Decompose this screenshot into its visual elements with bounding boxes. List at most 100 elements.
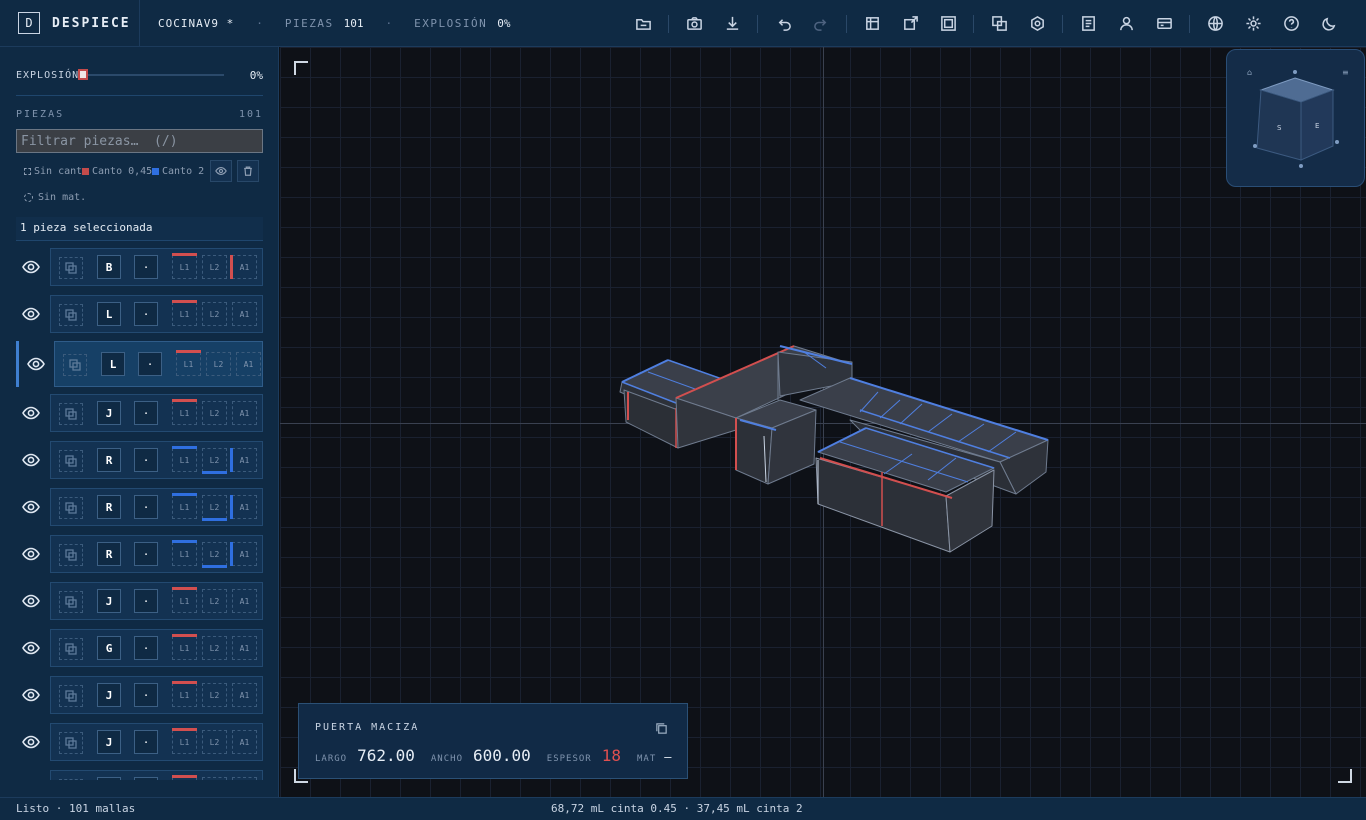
duplicate-icon[interactable] (59, 257, 83, 279)
edge-l2-toggle[interactable]: L2 (202, 448, 227, 474)
piece-row[interactable]: J · L1 L2 A1 (16, 723, 263, 761)
duplicate-icon[interactable] (59, 497, 83, 519)
report-icon[interactable] (1073, 9, 1103, 39)
edge-a1-toggle[interactable]: A1 (232, 636, 257, 660)
piece-row[interactable]: L · L1 L2 A1 (16, 341, 263, 387)
piece-letter-badge[interactable]: J (97, 730, 121, 754)
piece-letter-badge[interactable]: L (101, 352, 125, 376)
edge-l1-toggle[interactable]: L1 (172, 446, 197, 472)
piece-material-button[interactable]: · (134, 683, 158, 707)
eye-icon[interactable] (22, 259, 40, 275)
piece-material-button[interactable]: · (134, 302, 158, 326)
edge-l1-toggle[interactable]: L1 (172, 253, 197, 279)
visibility-toggle-button[interactable] (210, 160, 232, 182)
piece-row[interactable]: R · L1 L2 A1 (16, 535, 263, 573)
piece-card[interactable]: L · L1 L2 A1 (50, 295, 263, 333)
edge-l1-toggle[interactable]: L1 (172, 399, 197, 425)
eye-icon[interactable] (27, 356, 45, 372)
piece-material-button[interactable]: · (134, 589, 158, 613)
piece-letter-badge[interactable]: · (97, 777, 121, 780)
eye-icon[interactable] (22, 546, 40, 562)
edge-a1-toggle[interactable]: A1 (230, 448, 257, 472)
export-icon[interactable] (895, 9, 925, 39)
copy-icon[interactable] (655, 720, 669, 734)
piece-letter-badge[interactable]: J (97, 589, 121, 613)
edge-l2-toggle[interactable]: L2 (202, 255, 227, 279)
camera-icon[interactable] (679, 9, 709, 39)
delete-button[interactable] (237, 160, 259, 182)
kitchen-model[interactable] (280, 47, 1366, 797)
edge-a1-toggle[interactable]: A1 (232, 730, 257, 754)
edge-l2-toggle[interactable]: L2 (202, 302, 227, 326)
piece-letter-badge[interactable]: L (97, 302, 121, 326)
piece-row[interactable]: · · L1 L2 A1 (16, 770, 263, 780)
piece-material-button[interactable]: · (134, 777, 158, 780)
piece-card[interactable]: J · L1 L2 A1 (50, 723, 263, 761)
piece-material-button[interactable]: · (134, 401, 158, 425)
view-cube-icon[interactable]: ⌂ ≡ S E (1227, 50, 1366, 188)
piece-card[interactable]: J · L1 L2 A1 (50, 582, 263, 620)
user-icon[interactable] (1111, 9, 1141, 39)
piece-card[interactable]: J · L1 L2 A1 (50, 394, 263, 432)
undo-icon[interactable] (768, 9, 798, 39)
piece-row[interactable]: G · L1 L2 A1 (16, 629, 263, 667)
duplicate-icon[interactable] (59, 304, 83, 326)
edge-l1-toggle[interactable]: L1 (172, 540, 197, 566)
filter-input[interactable] (16, 129, 263, 153)
piece-row[interactable]: B · L1 L2 A1 (16, 248, 263, 286)
legend-none[interactable]: Sin canto (34, 166, 82, 177)
duplicate-icon[interactable] (59, 450, 83, 472)
piece-card[interactable]: R · L1 L2 A1 (50, 441, 263, 479)
card-icon[interactable] (1149, 9, 1179, 39)
piece-material-button[interactable]: · (134, 542, 158, 566)
legend-canto045[interactable]: Canto 0,45 (92, 166, 152, 177)
edge-l1-toggle[interactable]: L1 (172, 775, 197, 780)
piece-material-button[interactable]: · (134, 448, 158, 472)
folder-icon[interactable] (628, 9, 658, 39)
explosion-slider-thumb[interactable] (78, 69, 88, 80)
eye-icon[interactable] (22, 452, 40, 468)
edge-l1-toggle[interactable]: L1 (176, 350, 201, 376)
edge-l1-toggle[interactable]: L1 (172, 493, 197, 519)
navigation-cube[interactable]: ⌂ ≡ S E (1226, 49, 1365, 187)
edge-l1-toggle[interactable]: L1 (172, 728, 197, 754)
edge-l2-toggle[interactable]: L2 (202, 683, 227, 707)
gear-icon[interactable] (1238, 9, 1268, 39)
eye-icon[interactable] (22, 499, 40, 515)
edge-l1-toggle[interactable]: L1 (172, 681, 197, 707)
piece-card[interactable]: R · L1 L2 A1 (50, 488, 263, 526)
eye-icon[interactable] (22, 687, 40, 703)
edge-l2-toggle[interactable]: L2 (202, 636, 227, 660)
edge-a1-toggle[interactable]: A1 (230, 255, 257, 279)
globe-icon[interactable] (1200, 9, 1230, 39)
eye-icon[interactable] (22, 593, 40, 609)
edge-l2-toggle[interactable]: L2 (202, 730, 227, 754)
duplicate-icon[interactable] (63, 354, 87, 376)
duplicate-icon[interactable] (59, 732, 83, 754)
piece-material-button[interactable]: · (138, 352, 162, 376)
duplicate-icon[interactable] (59, 544, 83, 566)
piece-card[interactable]: G · L1 L2 A1 (50, 629, 263, 667)
edge-a1-toggle[interactable]: A1 (230, 542, 257, 566)
duplicate-icon[interactable] (59, 403, 83, 425)
edge-a1-toggle[interactable]: A1 (232, 589, 257, 613)
edge-a1-toggle[interactable]: A1 (230, 495, 257, 519)
cutlist-icon[interactable] (857, 9, 887, 39)
edge-l1-toggle[interactable]: L1 (172, 300, 197, 326)
edge-l2-toggle[interactable]: L2 (202, 401, 227, 425)
duplicate-icon[interactable] (59, 779, 83, 780)
settings-hex-icon[interactable] (1022, 9, 1052, 39)
piece-row[interactable]: J · L1 L2 A1 (16, 394, 263, 432)
edge-l1-toggle[interactable]: L1 (172, 634, 197, 660)
piece-row[interactable]: J · L1 L2 A1 (16, 582, 263, 620)
piece-material-button[interactable]: · (134, 730, 158, 754)
piece-card[interactable]: J · L1 L2 A1 (50, 676, 263, 714)
piece-material-button[interactable]: · (134, 255, 158, 279)
help-icon[interactable] (1276, 9, 1306, 39)
piece-row[interactable]: L · L1 L2 A1 (16, 295, 263, 333)
piece-letter-badge[interactable]: R (97, 448, 121, 472)
piece-card[interactable]: B · L1 L2 A1 (50, 248, 263, 286)
3d-viewport[interactable]: ⌂ ≡ S E PUERTA MACIZA LARGO 762.00 ANCHO… (280, 47, 1366, 797)
edge-a1-toggle[interactable]: A1 (232, 401, 257, 425)
edge-a1-toggle[interactable]: A1 (232, 302, 257, 326)
